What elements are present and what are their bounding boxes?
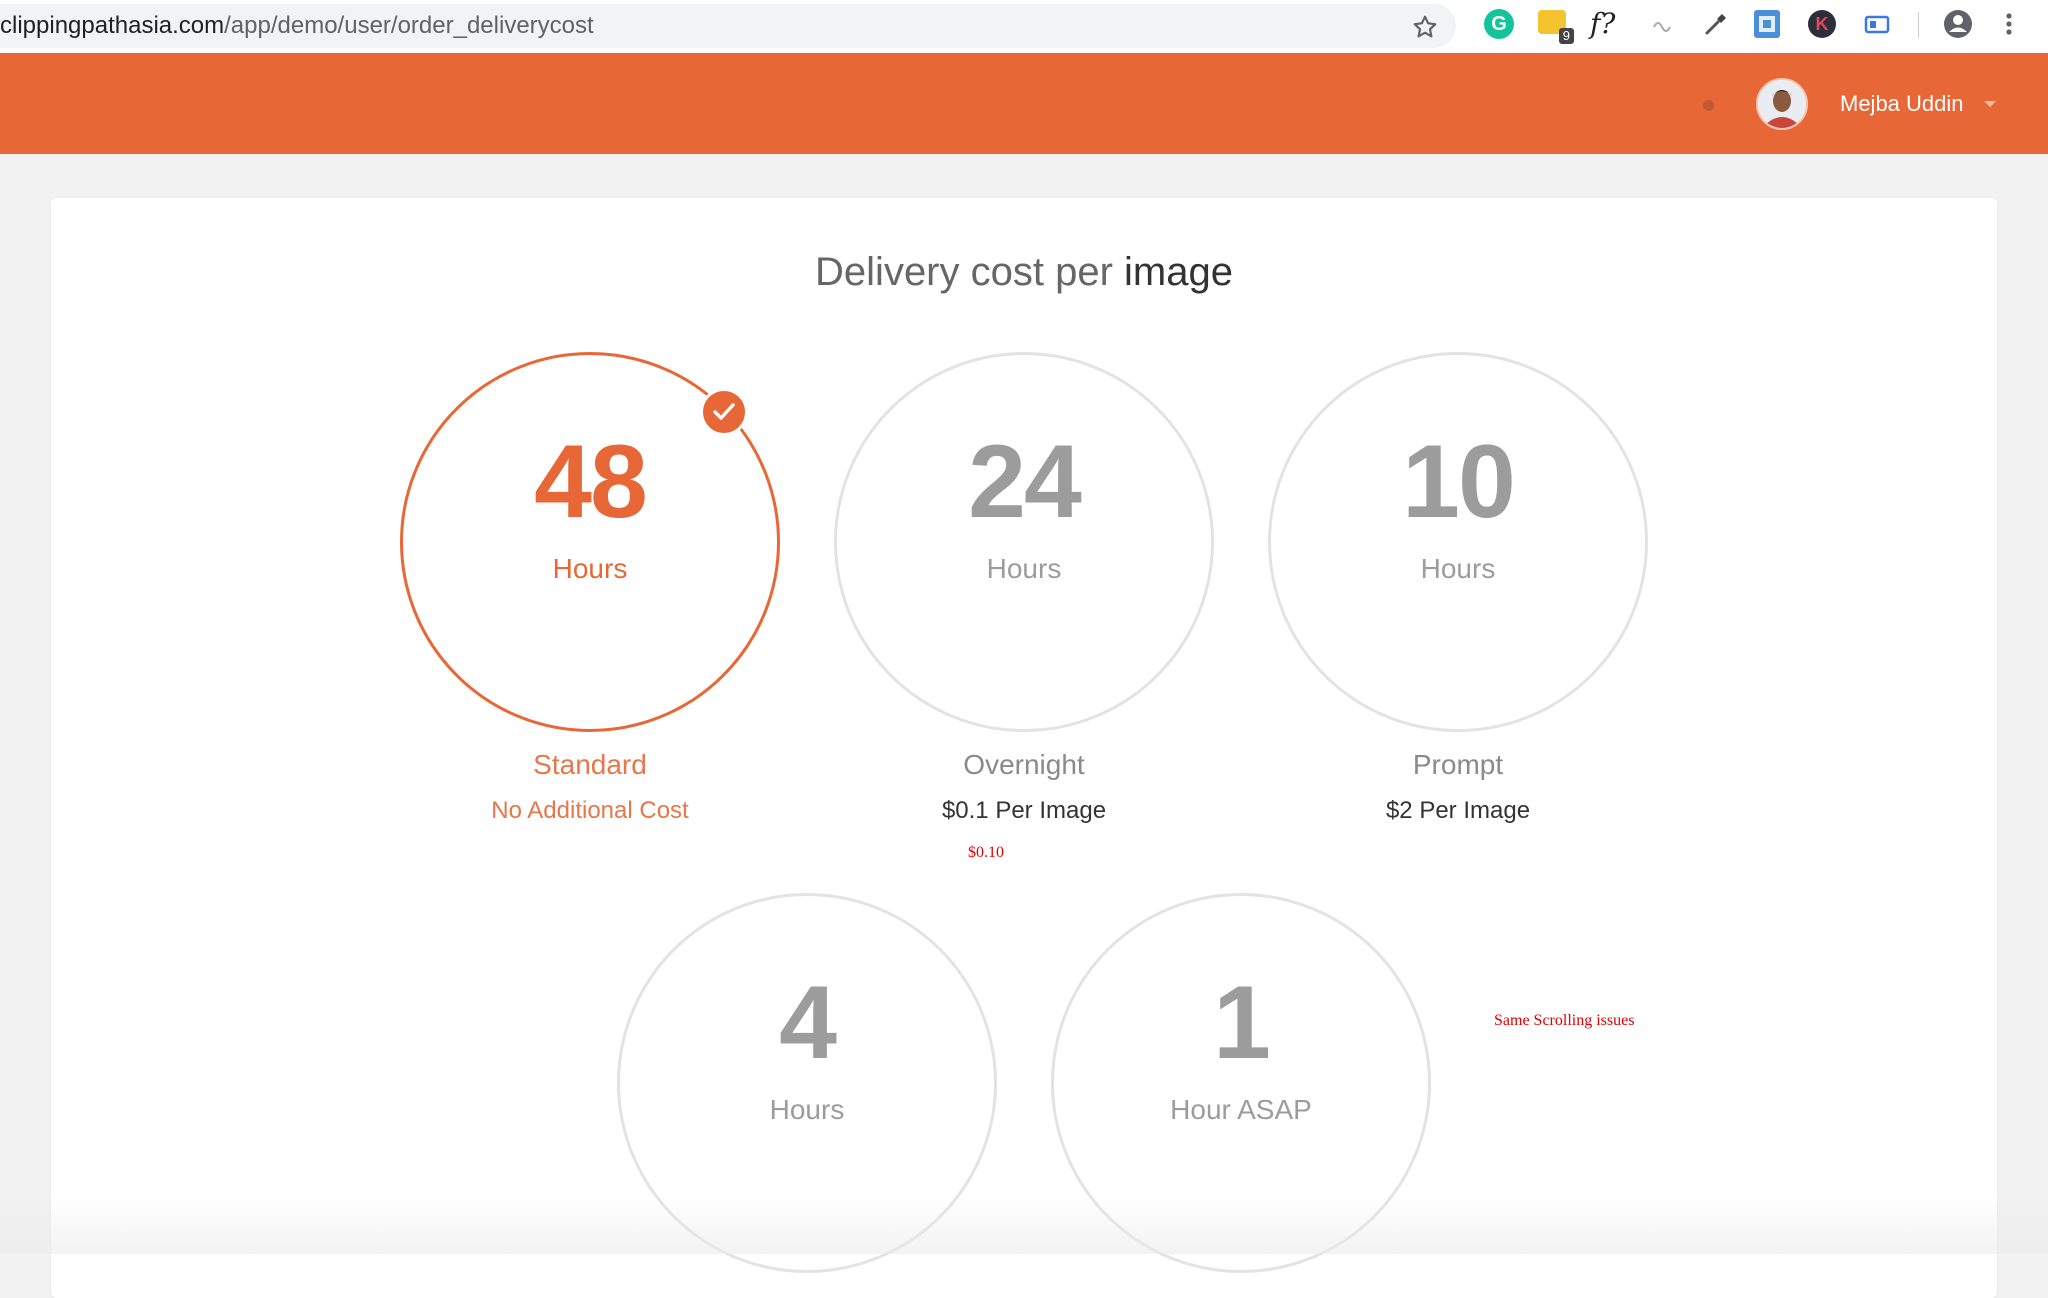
option-unit: Hours — [986, 553, 1062, 584]
option-circle[interactable] — [1051, 893, 1431, 1273]
url-path: /app/demo/user/order_deliverycost — [224, 12, 594, 39]
option-unit: Hours — [769, 1094, 845, 1125]
url-text[interactable]: clippingpathasia.com/app/demo/user/order… — [0, 12, 594, 40]
cast-extension-icon[interactable] — [1862, 9, 1892, 39]
url-host: clippingpathasia.com — [0, 12, 225, 39]
app-header — [0, 53, 2048, 154]
page-title-light: Delivery cost per — [815, 250, 1125, 294]
option-price: $2 Per Image — [1385, 797, 1531, 824]
notes-badge: 9 — [1558, 28, 1574, 44]
avatar[interactable] — [1756, 78, 1808, 130]
annotation-scroll-note: Same Scrolling issues — [1494, 1012, 1635, 1029]
annotation-price-note: $0.10 — [968, 844, 1004, 861]
bookmark-star-icon[interactable] — [1412, 14, 1438, 40]
chevron-down-icon[interactable] — [1984, 101, 1996, 107]
font-identifier-icon[interactable]: f? — [1590, 9, 1620, 39]
toolbar-divider — [1918, 12, 1919, 38]
option-circle[interactable] — [834, 352, 1214, 732]
option-unit: Hours — [552, 553, 628, 584]
page-title: Delivery cost per image — [0, 248, 2048, 296]
grammarly-letter: G — [1491, 13, 1507, 35]
grammarly-icon[interactable]: G — [1484, 9, 1514, 39]
option-label: Overnight — [963, 749, 1085, 780]
user-name[interactable]: Mejba Uddin — [1840, 90, 1964, 118]
page-title-strong: image — [1124, 250, 1233, 294]
profile-icon[interactable] — [1942, 8, 1974, 40]
option-unit: Hour ASAP — [1170, 1094, 1312, 1125]
option-number: 24 — [968, 424, 1082, 540]
color-dropper-icon[interactable] — [1700, 9, 1730, 39]
browser-toolbar: clippingpathasia.com/app/demo/user/order… — [0, 0, 2048, 54]
option-circle[interactable] — [1268, 352, 1648, 732]
wave-extension-icon[interactable] — [1648, 9, 1678, 39]
option-number: 10 — [1402, 424, 1516, 540]
notification-dot-icon[interactable] — [1703, 100, 1714, 111]
card-extension-icon[interactable] — [1754, 10, 1780, 38]
k-extension-icon[interactable]: K — [1808, 10, 1836, 38]
option-number: 48 — [534, 424, 648, 540]
menu-dots-icon[interactable] — [1996, 8, 2022, 40]
option-price: $0.1 Per Image — [941, 797, 1107, 824]
option-price: No Additional Cost — [491, 797, 689, 824]
k-letter: K — [1815, 14, 1829, 34]
checkmark-icon — [700, 388, 748, 436]
notes-extension-icon[interactable]: 9 — [1538, 10, 1574, 44]
option-unit: Hours — [1420, 553, 1496, 584]
option-number: 1 — [1213, 965, 1271, 1081]
option-label: Standard — [533, 749, 647, 780]
option-circle[interactable] — [617, 893, 997, 1273]
option-label: Prompt — [1412, 749, 1504, 780]
address-bar[interactable]: clippingpathasia.com/app/demo/user/order… — [0, 4, 1456, 48]
option-number: 4 — [779, 965, 837, 1081]
